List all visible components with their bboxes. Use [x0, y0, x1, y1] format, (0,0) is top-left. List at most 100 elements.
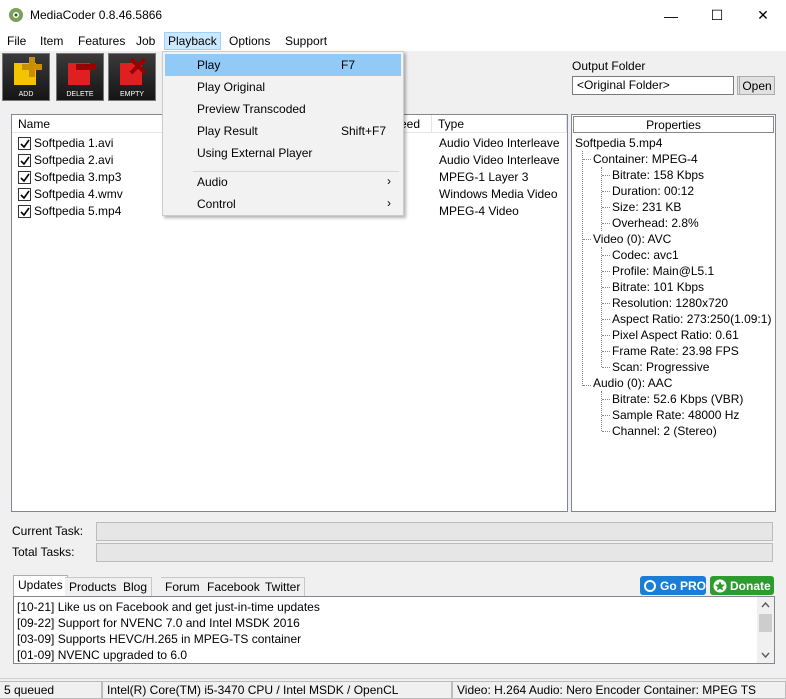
menu-control-label: Control: [197, 197, 236, 211]
chevron-right-icon: ›: [387, 174, 391, 188]
menu-preview-transcoded[interactable]: Preview Transcoded: [165, 98, 401, 120]
tree-leaf[interactable]: Sample Rate: 48000 Hz: [612, 408, 739, 422]
playback-menu: Play F7 Play Original Preview Transcoded…: [162, 51, 404, 216]
tree-video[interactable]: Video (0): AVC: [593, 232, 671, 246]
log-line: [10-21] Like us on Facebook and get just…: [17, 600, 320, 614]
add-button[interactable]: ADD: [2, 53, 50, 101]
tree-line: [601, 167, 602, 231]
tree-leaf[interactable]: Profile: Main@L5.1: [612, 264, 714, 278]
tree-leaf[interactable]: Overhead: 2.8%: [612, 216, 699, 230]
properties-header[interactable]: Properties: [573, 116, 774, 133]
file-checkbox[interactable]: [18, 188, 31, 201]
menu-options[interactable]: Options: [226, 33, 273, 49]
log-scrollbar[interactable]: [757, 597, 774, 663]
file-name: Softpedia 5.mp4: [34, 204, 122, 218]
globe-icon: [644, 579, 656, 592]
column-type[interactable]: Type: [432, 115, 567, 133]
minimize-button[interactable]: —: [648, 0, 694, 31]
tree-leaf[interactable]: Resolution: 1280x720: [612, 296, 728, 310]
total-tasks-label: Total Tasks:: [12, 545, 75, 559]
maximize-button[interactable]: ☐: [694, 0, 740, 31]
file-checkbox[interactable]: [18, 154, 31, 167]
tree-line: [601, 391, 602, 431]
tab-blog[interactable]: Blog: [119, 577, 153, 596]
menu-play-result-shortcut: Shift+F7: [341, 124, 387, 138]
file-type: Audio Video Interleave: [439, 136, 560, 150]
tree-leaf[interactable]: Bitrate: 101 Kbps: [612, 280, 704, 294]
log-line: [03-09] Supports HEVC/H.265 in MPEG-TS c…: [17, 632, 302, 646]
output-folder-field[interactable]: <Original Folder>: [572, 76, 734, 95]
menu-item[interactable]: Item: [37, 33, 66, 49]
menu-control[interactable]: Control ›: [165, 193, 401, 215]
tree-line: [602, 223, 610, 224]
tab-twitter[interactable]: Twitter: [261, 577, 306, 596]
menu-job[interactable]: Job: [133, 33, 158, 49]
minus-icon: [68, 63, 96, 85]
updates-log[interactable]: [10-21] Like us on Facebook and get just…: [13, 596, 775, 664]
tree-line: [583, 159, 591, 160]
tree-line: [602, 415, 610, 416]
close-button[interactable]: ✕: [740, 0, 786, 31]
menu-bar: File Item Features Job Playback Options …: [0, 31, 786, 51]
tree-container[interactable]: Container: MPEG-4: [593, 152, 698, 166]
menu-play-label: Play: [197, 58, 221, 72]
chevron-right-icon: ›: [387, 196, 391, 210]
properties-panel[interactable]: Properties Softpedia 5.mp4 Container: MP…: [571, 114, 776, 512]
delete-button[interactable]: DELETE: [56, 53, 104, 101]
file-checkbox[interactable]: [18, 137, 31, 150]
go-pro-button[interactable]: Go PRO: [640, 576, 706, 595]
tree-leaf[interactable]: Frame Rate: 23.98 FPS: [612, 344, 739, 358]
menu-audio[interactable]: Audio ›: [165, 171, 401, 193]
menu-file[interactable]: File: [4, 33, 29, 49]
star-icon: [713, 579, 727, 592]
tree-leaf[interactable]: Pixel Aspect Ratio: 0.61: [612, 328, 739, 342]
empty-label: EMPTY: [119, 91, 145, 98]
menu-audio-label: Audio: [197, 175, 228, 189]
file-type: Audio Video Interleave: [439, 153, 560, 167]
tree-line: [602, 303, 610, 304]
empty-button[interactable]: EMPTY: [108, 53, 156, 101]
file-checkbox[interactable]: [18, 205, 31, 218]
tree-leaf[interactable]: Codec: avc1: [612, 248, 679, 262]
column-speed[interactable]: eed: [400, 115, 432, 133]
tree-leaf[interactable]: Scan: Progressive: [612, 360, 709, 374]
menu-external-player[interactable]: Using External Player: [165, 142, 401, 164]
x-icon: [120, 57, 147, 85]
menu-play-original[interactable]: Play Original: [165, 76, 401, 98]
tree-audio[interactable]: Audio (0): AAC: [593, 376, 672, 390]
menu-play-result[interactable]: Play Result Shift+F7: [165, 120, 401, 142]
status-codec: Video: H.264 Audio: Nero Encoder Contain…: [452, 681, 786, 699]
tree-leaf[interactable]: Channel: 2 (Stereo): [612, 424, 717, 438]
donate-label: Donate: [730, 578, 771, 593]
menu-external-player-label: Using External Player: [197, 146, 313, 160]
file-checkbox[interactable]: [18, 171, 31, 184]
log-line: [09-22] Support for NVENC 7.0 and Intel …: [17, 616, 300, 630]
tree-leaf[interactable]: Size: 231 KB: [612, 200, 681, 214]
check-icon: [20, 190, 30, 200]
tree-line: [602, 255, 610, 256]
tab-forum[interactable]: Forum: [161, 577, 205, 596]
menu-features[interactable]: Features: [75, 33, 128, 49]
scroll-arrows-icon: [759, 601, 772, 659]
log-line: [01-09] NVENC upgraded to 6.0: [17, 648, 188, 662]
open-button[interactable]: Open: [739, 76, 775, 95]
tree-leaf[interactable]: Bitrate: 158 Kbps: [612, 168, 704, 182]
menu-playback[interactable]: Playback: [164, 32, 221, 50]
tab-products[interactable]: Products: [65, 577, 122, 596]
tab-updates[interactable]: Updates: [13, 575, 68, 597]
file-name: Softpedia 3.mp3: [34, 170, 122, 184]
tree-leaf[interactable]: Duration: 00:12: [612, 184, 694, 198]
tab-facebook[interactable]: Facebook: [203, 577, 265, 596]
go-pro-label: Go PRO: [660, 578, 707, 593]
check-icon: [20, 173, 30, 183]
tree-leaf[interactable]: Aspect Ratio: 273:250(1.09:1): [612, 312, 771, 326]
tree-line: [602, 175, 610, 176]
tree-leaf[interactable]: Bitrate: 52.6 Kbps (VBR): [612, 392, 743, 406]
status-queued: 5 queued: [0, 681, 102, 699]
tree-line: [602, 319, 610, 320]
check-icon: [20, 139, 30, 149]
donate-button[interactable]: Donate: [710, 576, 774, 595]
menu-support[interactable]: Support: [282, 33, 330, 49]
tree-root[interactable]: Softpedia 5.mp4: [575, 136, 662, 150]
menu-play[interactable]: Play F7: [165, 54, 401, 76]
